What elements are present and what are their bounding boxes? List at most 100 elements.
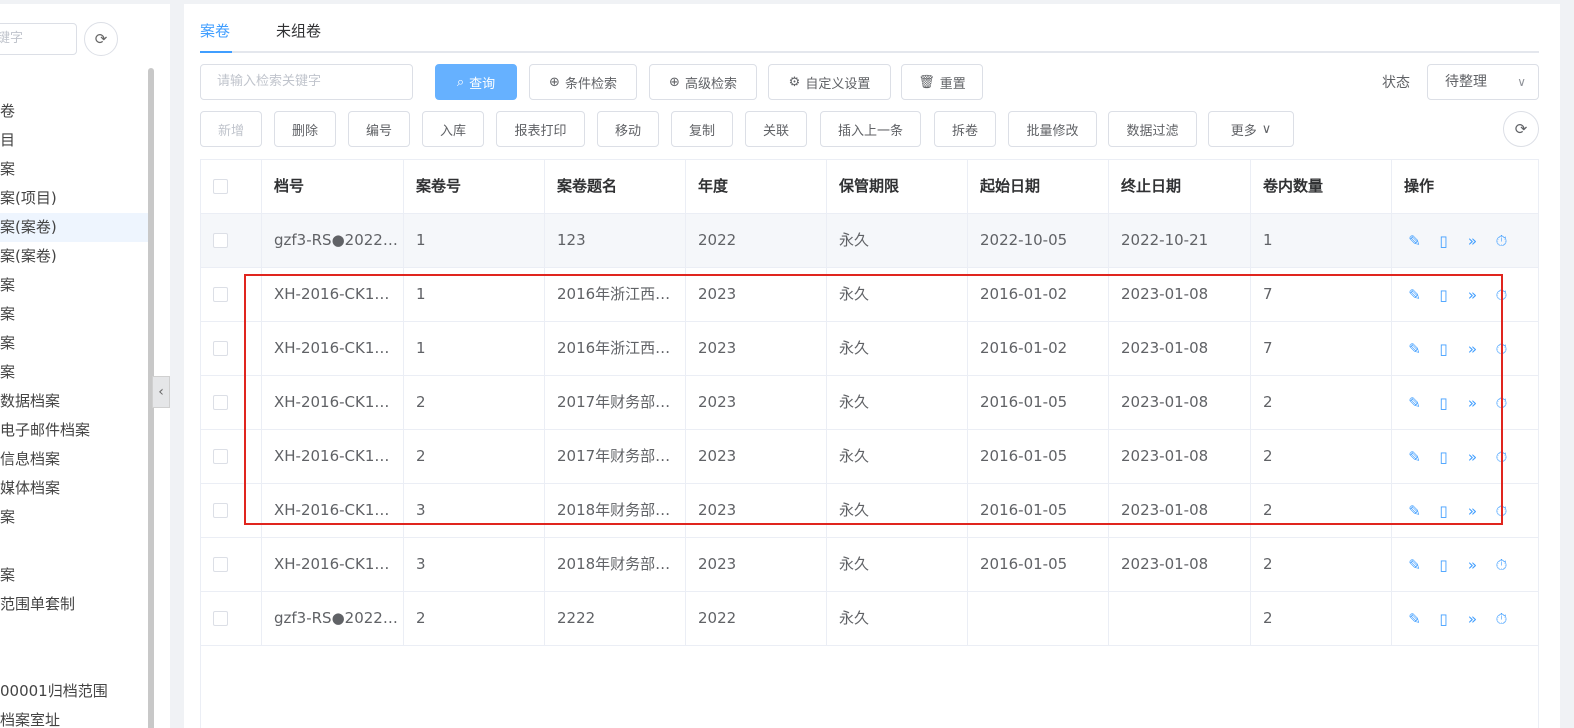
store-button[interactable]: 入库: [422, 111, 484, 147]
forward-icon[interactable]: »: [1464, 340, 1481, 358]
timer-icon[interactable]: ⏱: [1493, 232, 1510, 250]
row-checkbox[interactable]: [213, 287, 228, 302]
tree-item[interactable]: 案: [0, 155, 148, 184]
book-icon[interactable]: ▯: [1435, 556, 1452, 574]
table-row[interactable]: XH-2016-CK1… 3 2018年财务部… 2023 永久 2016-01-05 20…: [201, 484, 1538, 538]
book-icon[interactable]: ▯: [1435, 394, 1452, 412]
forward-icon[interactable]: »: [1464, 286, 1481, 304]
timer-icon[interactable]: ⏱: [1493, 556, 1510, 574]
forward-icon[interactable]: »: [1464, 232, 1481, 250]
tree-item[interactable]: 目: [0, 126, 148, 155]
split-volume-button[interactable]: 拆卷: [934, 111, 996, 147]
tree-item[interactable]: 案: [0, 300, 148, 329]
custom-settings-button[interactable]: ⚙ 自定义设置: [768, 64, 891, 100]
link-button[interactable]: 关联: [745, 111, 807, 147]
refresh-icon[interactable]: ⟳: [1503, 111, 1539, 147]
tree-item[interactable]: 电子邮件档案: [0, 416, 148, 445]
select-all-checkbox[interactable]: [213, 179, 228, 194]
row-checkbox[interactable]: [213, 503, 228, 518]
tree-item[interactable]: 案: [0, 503, 148, 532]
row-checkbox[interactable]: [213, 449, 228, 464]
add-button[interactable]: 新增: [200, 111, 262, 147]
book-icon[interactable]: ▯: [1435, 232, 1452, 250]
refresh-icon[interactable]: ⟳: [84, 22, 118, 56]
edit-icon[interactable]: ✎: [1406, 394, 1423, 412]
edit-icon[interactable]: ✎: [1406, 610, 1423, 628]
edit-icon[interactable]: ✎: [1406, 232, 1423, 250]
reset-button[interactable]: 🗑 重置: [901, 64, 983, 100]
tab-ungrouped[interactable]: 未组卷: [276, 20, 321, 41]
tree-item[interactable]: 档案室址: [0, 706, 148, 728]
timer-icon[interactable]: ⏱: [1493, 502, 1510, 520]
condition-search-button[interactable]: ⊕ 条件检索: [529, 64, 637, 100]
more-button[interactable]: 更多 ∨: [1208, 111, 1294, 147]
report-print-button[interactable]: 报表打印: [496, 111, 585, 147]
tree-item[interactable]: [0, 532, 148, 561]
table-row[interactable]: XH-2016-CK1… 2 2017年财务部… 2023 永久 2016-01-05 20…: [201, 376, 1538, 430]
edit-icon[interactable]: ✎: [1406, 556, 1423, 574]
batch-edit-button[interactable]: 批量修改: [1008, 111, 1097, 147]
timer-icon[interactable]: ⏱: [1493, 448, 1510, 466]
edit-icon[interactable]: ✎: [1406, 502, 1423, 520]
tree-item[interactable]: [0, 648, 148, 677]
tree-item[interactable]: 案(项目): [0, 184, 148, 213]
copy-button[interactable]: 复制: [671, 111, 733, 147]
row-checkbox[interactable]: [213, 395, 228, 410]
tree-item[interactable]: 案: [0, 561, 148, 590]
table-cell: 2016-01-05: [968, 538, 1109, 591]
page-scrollbar[interactable]: [1560, 0, 1574, 728]
timer-icon[interactable]: ⏱: [1493, 394, 1510, 412]
advanced-search-button[interactable]: ⊕ 高级检索: [649, 64, 757, 100]
book-icon[interactable]: ▯: [1435, 502, 1452, 520]
data-filter-button[interactable]: 数据过滤: [1108, 111, 1197, 147]
query-button[interactable]: ⌕ 查询: [435, 64, 517, 100]
table-row[interactable]: XH-2016-CK1… 1 2016年浙江西… 2023 永久 2016-01-02 20…: [201, 268, 1538, 322]
collapse-sidebar-button[interactable]: ‹: [152, 376, 170, 408]
tree-item[interactable]: 数据档案: [0, 387, 148, 416]
forward-icon[interactable]: »: [1464, 502, 1481, 520]
book-icon[interactable]: ▯: [1435, 610, 1452, 628]
insert-above-button[interactable]: 插入上一条: [820, 111, 921, 147]
tree-item[interactable]: 案: [0, 329, 148, 358]
timer-icon[interactable]: ⏱: [1493, 286, 1510, 304]
book-icon[interactable]: ▯: [1435, 286, 1452, 304]
row-checkbox[interactable]: [213, 557, 228, 572]
row-checkbox[interactable]: [213, 233, 228, 248]
table-row[interactable]: gzf3-RS●2022… 2 2222 2022 永久 2 ✎ ▯» ⏱: [201, 592, 1538, 646]
row-checkbox[interactable]: [213, 341, 228, 356]
number-button[interactable]: 编号: [348, 111, 410, 147]
tree-item[interactable]: 案: [0, 358, 148, 387]
forward-icon[interactable]: »: [1464, 394, 1481, 412]
tree-item[interactable]: 案(案卷): [0, 213, 148, 242]
table-row[interactable]: XH-2016-CK1… 1 2016年浙江西… 2023 永久 2016-01-02 20…: [201, 322, 1538, 376]
search-input[interactable]: 请输入检索关键字: [200, 64, 413, 100]
tree-item[interactable]: [0, 619, 148, 648]
tab-volumes[interactable]: 案卷: [200, 20, 230, 41]
book-icon[interactable]: ▯: [1435, 448, 1452, 466]
tree-item[interactable]: 卷: [0, 97, 148, 126]
table-row[interactable]: gzf3-RS●2022… 1 123 2022 永久 2022-10-05 2022-10…: [201, 214, 1538, 268]
table-row[interactable]: XH-2016-CK1… 3 2018年财务部… 2023 永久 2016-01-05 20…: [201, 538, 1538, 592]
row-checkbox[interactable]: [213, 611, 228, 626]
edit-icon[interactable]: ✎: [1406, 448, 1423, 466]
forward-icon[interactable]: »: [1464, 448, 1481, 466]
table-row[interactable]: XH-2016-CK1… 2 2017年财务部… 2023 永久 2016-01-05 20…: [201, 430, 1538, 484]
tree-item[interactable]: 案(案卷): [0, 242, 148, 271]
table-cell: 2: [404, 430, 545, 483]
forward-icon[interactable]: »: [1464, 556, 1481, 574]
timer-icon[interactable]: ⏱: [1493, 340, 1510, 358]
move-button[interactable]: 移动: [597, 111, 659, 147]
forward-icon[interactable]: »: [1464, 610, 1481, 628]
tree-item[interactable]: 00001归档范围: [0, 677, 148, 706]
status-select[interactable]: 待整理 ∨: [1427, 64, 1539, 100]
tree-item[interactable]: 案: [0, 271, 148, 300]
tree-item[interactable]: 信息档案: [0, 445, 148, 474]
book-icon[interactable]: ▯: [1435, 340, 1452, 358]
timer-icon[interactable]: ⏱: [1493, 610, 1510, 628]
tree-search-input[interactable]: 键字: [0, 23, 77, 55]
delete-button[interactable]: 删除: [274, 111, 336, 147]
tree-item[interactable]: 范围单套制: [0, 590, 148, 619]
edit-icon[interactable]: ✎: [1406, 340, 1423, 358]
tree-item[interactable]: 媒体档案: [0, 474, 148, 503]
edit-icon[interactable]: ✎: [1406, 286, 1423, 304]
